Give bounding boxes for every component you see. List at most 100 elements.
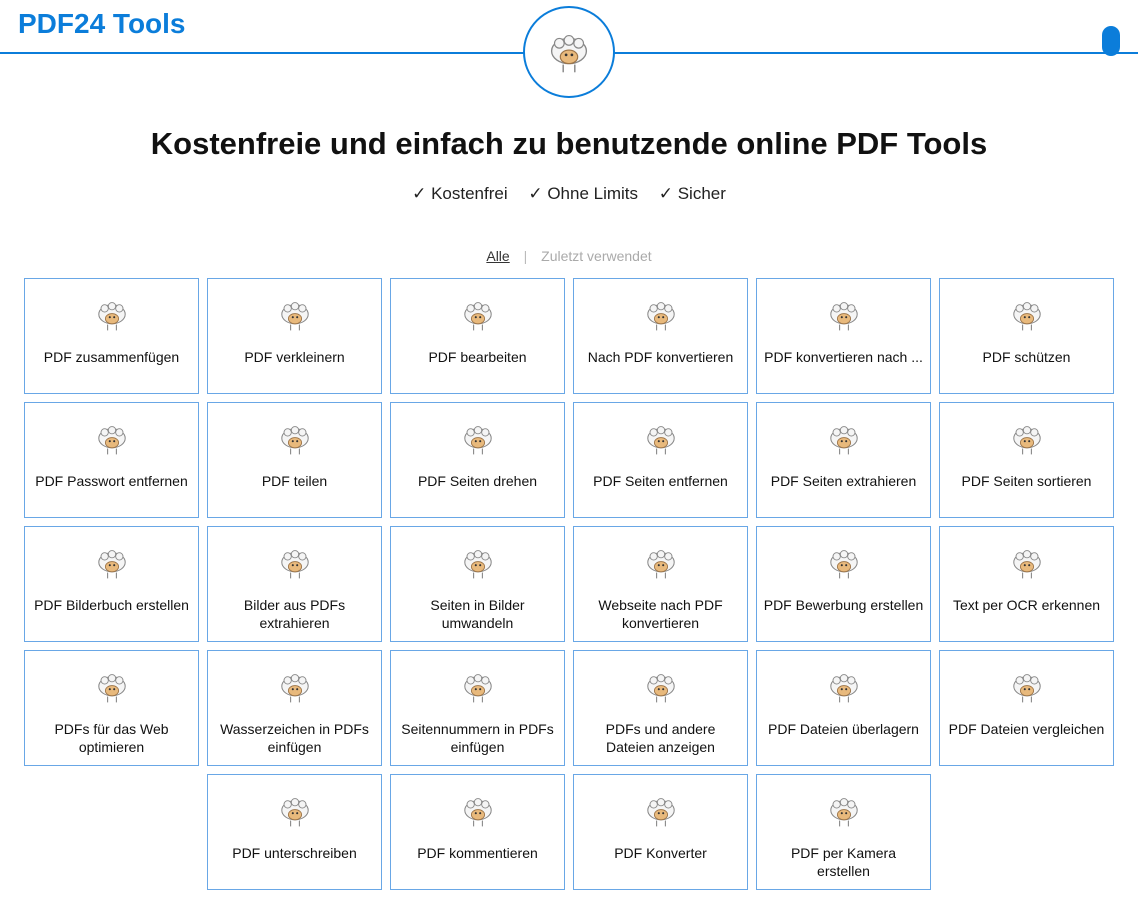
tool-label: Seiten in Bilder umwandeln (397, 597, 558, 632)
tool-icon (268, 413, 322, 465)
tool-tile[interactable]: PDF Seiten entfernen (573, 402, 748, 518)
tool-icon (817, 785, 871, 837)
tool-tile[interactable]: PDF schützen (939, 278, 1114, 394)
tool-tile[interactable]: PDF Seiten drehen (390, 402, 565, 518)
tool-icon (268, 289, 322, 341)
tool-label: PDF Bewerbung erstellen (764, 597, 924, 615)
feature-item: Ohne Limits (528, 184, 638, 203)
tool-grid-last-row: PDF unterschreiben PDF kommentieren PDF … (24, 774, 1114, 890)
tool-icon (85, 413, 139, 465)
tool-label: PDF schützen (983, 349, 1071, 367)
tool-label: Bilder aus PDFs extrahieren (214, 597, 375, 632)
tool-icon (1000, 289, 1054, 341)
tool-tile[interactable]: PDF Bewerbung erstellen (756, 526, 931, 642)
tool-icon (1000, 537, 1054, 589)
tool-label: PDF Dateien überlagern (768, 721, 919, 739)
tool-tile[interactable]: Text per OCR erkennen (939, 526, 1114, 642)
tool-icon (817, 537, 871, 589)
feature-item: Sicher (659, 184, 726, 203)
tool-tile[interactable]: PDFs für das Web optimieren (24, 650, 199, 766)
tool-label: Text per OCR erkennen (953, 597, 1100, 615)
tool-tile[interactable]: PDF konvertieren nach ... (756, 278, 931, 394)
tool-label: PDFs und andere Dateien anzeigen (580, 721, 741, 756)
tool-label: PDF kommentieren (417, 845, 538, 863)
tool-tile[interactable]: Bilder aus PDFs extrahieren (207, 526, 382, 642)
tool-tile[interactable]: PDF kommentieren (390, 774, 565, 890)
tool-label: PDF Konverter (614, 845, 707, 863)
filter-recent[interactable]: Zuletzt verwendet (541, 248, 652, 264)
tool-tile[interactable]: Webseite nach PDF konvertieren (573, 526, 748, 642)
tool-tile[interactable]: PDF Seiten extrahieren (756, 402, 931, 518)
tool-label: PDF teilen (262, 473, 327, 491)
filter-separator: | (524, 248, 528, 264)
tool-icon (817, 413, 871, 465)
tool-label: PDF Seiten drehen (418, 473, 537, 491)
tool-tile[interactable]: PDF unterschreiben (207, 774, 382, 890)
tool-icon (268, 661, 322, 713)
tool-icon (85, 289, 139, 341)
tool-label: PDF Seiten sortieren (962, 473, 1092, 491)
tool-tile[interactable]: PDF Passwort entfernen (24, 402, 199, 518)
tool-tile[interactable]: PDF Bilderbuch erstellen (24, 526, 199, 642)
tool-label: Nach PDF konvertieren (588, 349, 734, 367)
tool-label: PDF Dateien vergleichen (949, 721, 1105, 739)
tool-icon (634, 289, 688, 341)
tool-label: PDF Seiten entfernen (593, 473, 728, 491)
tool-icon (634, 537, 688, 589)
tool-label: PDFs für das Web optimieren (31, 721, 192, 756)
filter-bar: Alle | Zuletzt verwendet (0, 248, 1138, 264)
tool-icon (634, 413, 688, 465)
tool-tile[interactable]: PDF Dateien überlagern (756, 650, 931, 766)
feature-list: Kostenfrei Ohne Limits Sicher (40, 184, 1098, 204)
sheep-icon (540, 27, 598, 77)
tool-icon (451, 537, 505, 589)
hero: Kostenfreie und einfach zu benutzende on… (0, 126, 1138, 204)
tool-label: PDF Passwort entfernen (35, 473, 188, 491)
language-toggle[interactable] (1102, 26, 1120, 56)
tool-tile[interactable]: PDF zusammenfügen (24, 278, 199, 394)
tool-icon (1000, 661, 1054, 713)
tool-tile[interactable]: Nach PDF konvertieren (573, 278, 748, 394)
tool-tile[interactable]: PDF per Kamera erstellen (756, 774, 931, 890)
tool-icon (451, 661, 505, 713)
tool-icon (634, 661, 688, 713)
tool-tile[interactable]: PDF Dateien vergleichen (939, 650, 1114, 766)
tool-icon (1000, 413, 1054, 465)
tool-label: Webseite nach PDF konvertieren (580, 597, 741, 632)
feature-item: Kostenfrei (412, 184, 508, 203)
tool-tile[interactable]: PDF Seiten sortieren (939, 402, 1114, 518)
tool-icon (451, 785, 505, 837)
tool-icon (268, 537, 322, 589)
sheep-logo-circle (523, 6, 615, 98)
tool-icon (268, 785, 322, 837)
tool-label: PDF konvertieren nach ... (764, 349, 923, 367)
tool-label: PDF verkleinern (244, 349, 344, 367)
tool-grid: PDF zusammenfügen PDF verkleinern PDF be… (0, 264, 1138, 920)
tool-tile[interactable]: Wasserzeichen in PDFs einfügen (207, 650, 382, 766)
page-title: Kostenfreie und einfach zu benutzende on… (40, 126, 1098, 162)
tool-icon (451, 413, 505, 465)
tool-label: PDF Bilderbuch erstellen (34, 597, 189, 615)
tool-tile[interactable]: PDF teilen (207, 402, 382, 518)
tool-tile[interactable]: Seitennummern in PDFs einfügen (390, 650, 565, 766)
tool-label: PDF zusammenfügen (44, 349, 179, 367)
tool-tile[interactable]: PDF Konverter (573, 774, 748, 890)
tool-label: PDF bearbeiten (428, 349, 526, 367)
tool-label: Seitennummern in PDFs einfügen (397, 721, 558, 756)
tool-label: PDF Seiten extrahieren (771, 473, 917, 491)
tool-tile[interactable]: PDF verkleinern (207, 278, 382, 394)
tool-icon (817, 661, 871, 713)
tool-tile[interactable]: PDFs und andere Dateien anzeigen (573, 650, 748, 766)
filter-all[interactable]: Alle (486, 248, 509, 264)
tool-icon (451, 289, 505, 341)
tool-label: Wasserzeichen in PDFs einfügen (214, 721, 375, 756)
tool-label: PDF per Kamera erstellen (763, 845, 924, 880)
tool-icon (817, 289, 871, 341)
header: PDF24 Tools (0, 0, 1138, 56)
tool-tile[interactable]: PDF bearbeiten (390, 278, 565, 394)
tool-icon (634, 785, 688, 837)
tool-icon (85, 661, 139, 713)
tool-label: PDF unterschreiben (232, 845, 357, 863)
tool-icon (85, 537, 139, 589)
tool-tile[interactable]: Seiten in Bilder umwandeln (390, 526, 565, 642)
